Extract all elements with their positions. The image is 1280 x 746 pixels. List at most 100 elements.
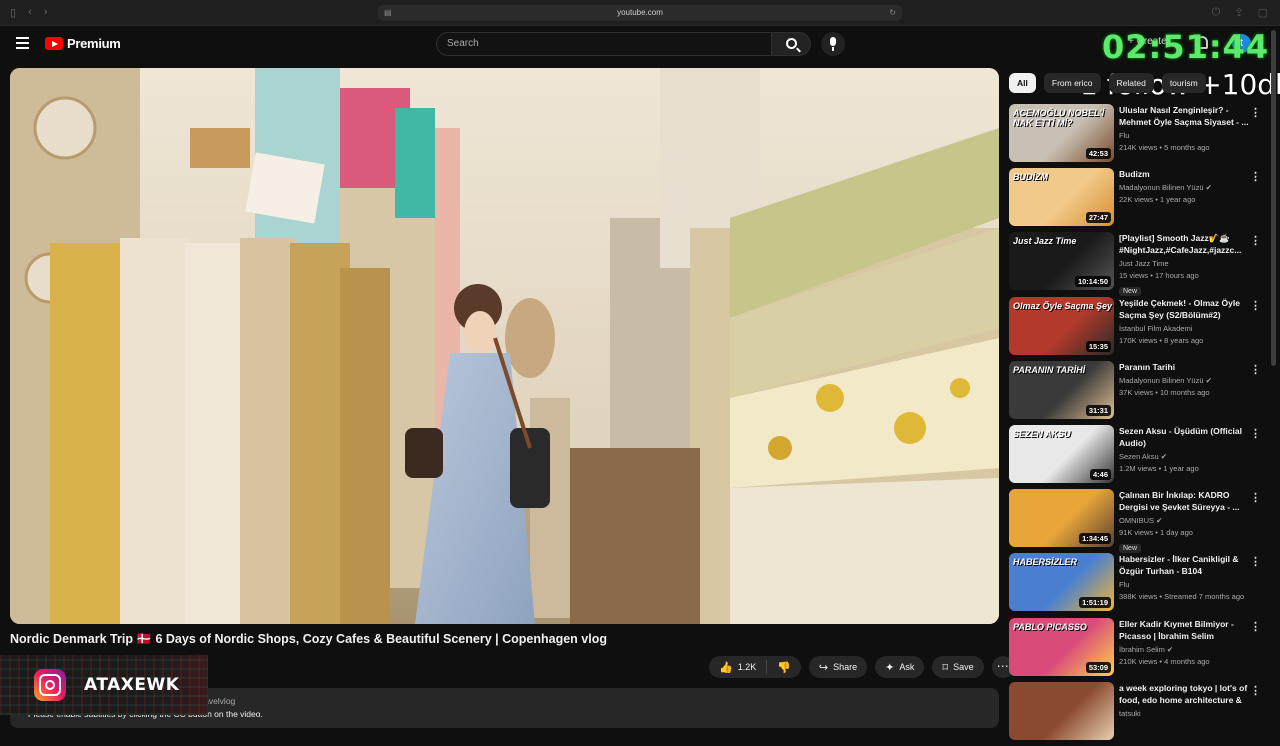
video-frame [10,68,999,624]
video-thumbnail[interactable]: ACEMOĞLU NOBEL'İ NAK ETTİ Mİ? 42:53 [1009,104,1114,162]
new-badge: New [1119,287,1142,297]
filter-chips: All From erico Related tourism [1009,73,1206,93]
video-title: Uluslar Nasıl Zenginleşir? - Mehmet Öyle… [1119,105,1249,127]
video-thumbnail[interactable]: Olmaz Öyle Saçma Şey 15:35 [1009,296,1114,355]
search-button[interactable] [771,32,811,56]
duration-badge: 31:31 [1085,404,1111,416]
more-options-icon[interactable]: ⋮ [1250,427,1261,440]
video-thumbnail[interactable]: Just Jazz Time 10:14:50 [1009,232,1114,291]
page-icon: ▤ [384,8,392,17]
video-thumbnail[interactable]: SEZEN AKSU 4:46 [1009,424,1114,483]
save-button[interactable]: ⌑ Save [932,656,984,678]
youtube-play-icon [45,37,63,50]
video-thumbnail[interactable]: BUDİZM 27:47 [1009,168,1114,227]
power-icon[interactable]: ⏻ [1212,6,1221,19]
url-text: youtube.com [617,8,663,17]
video-thumbnail[interactable]: PARANIN TARİHİ 31:31 [1009,360,1114,419]
video-title: Sezen Aksu - Üşüdüm (Official Audio) [1119,425,1242,448]
more-options-icon[interactable]: ⋮ [1250,684,1261,697]
thumbnail-text: Just Jazz Time [1013,236,1077,247]
video-title: Çalınan Bir İnkılap: KADRO Dergisi ve Şe… [1119,490,1240,513]
video-thumbnail[interactable]: HABERSİZLER 1:51:19 [1009,553,1114,612]
more-options-icon[interactable]: ⋮ [1250,555,1261,568]
duration-badge: 27:47 [1085,212,1111,224]
list-item[interactable]: BUDİZM 27:47 Budizm Madalyonun Bilinen Y… [1009,168,1267,232]
sparkle-icon: ✦ [885,661,895,674]
browser-nav: ▯ ‹ › [10,6,47,19]
search-input[interactable]: Search [436,32,772,56]
video-info: Budizm Madalyonun Bilinen Yüzü ✔ 22K vie… [1119,168,1249,204]
more-options-icon[interactable]: ⋮ [1250,234,1261,247]
tabs-icon[interactable]: ▢ [1258,6,1268,19]
chip-from-channel[interactable]: From erico [1043,73,1101,93]
save-label: Save [953,662,974,672]
more-options-icon[interactable]: ⋮ [1250,170,1261,183]
list-item[interactable]: ACEMOĞLU NOBEL'İ NAK ETTİ Mİ? 42:53 Ulus… [1009,104,1267,168]
duration-badge: 15:35 [1085,340,1111,352]
list-item[interactable]: Just Jazz Time 10:14:50 [Playlist] Smoot… [1009,232,1267,297]
chip-all[interactable]: All [1009,73,1036,93]
more-options-icon[interactable]: ⋮ [1250,299,1261,312]
thumbnail-text: Olmaz Öyle Saçma Şey [1013,300,1113,311]
video-title: [Playlist] Smooth Jazz🎷☕ #NightJazz,#Caf… [1119,233,1242,256]
video-title: Budizm [1119,169,1150,180]
video-thumbnail[interactable]: 1:34:45 [1009,489,1114,548]
address-bar[interactable]: ▤ youtube.com ↻ [378,5,902,21]
video-actions: 👍 1.2K 👎 ↪ Share ✦ Ask ⌑ Save ⋯ [709,656,1014,678]
channel-name: Flu [1119,131,1130,140]
back-icon[interactable]: ‹ [28,6,32,19]
stream-clock-overlay: 02:51:44 [1102,28,1270,66]
video-thumbnail[interactable]: PABLO PICASSO 53:09 [1009,617,1114,676]
list-item[interactable]: SEZEN AKSU 4:46 Sezen Aksu - Üşüdüm (Off… [1009,424,1267,489]
thumbnail-text: BUDİZM [1013,172,1048,183]
instagram-handle: ATAXEWK [84,675,180,695]
list-item[interactable]: PARANIN TARİHİ 31:31 Paranın Tarihi Mada… [1009,360,1267,425]
sidebar-toggle-icon[interactable]: ▯ [10,6,16,19]
forward-icon[interactable]: › [44,6,48,19]
duration-badge: 42:53 [1085,148,1111,159]
video-meta: 170K views • 8 years ago [1119,335,1204,345]
chip-tourism[interactable]: tourism [1161,73,1206,93]
video-title: Eller Kadir Kıymet Bilmiyor - Picasso | … [1119,618,1234,641]
list-item[interactable]: 1:34:45 Çalınan Bir İnkılap: KADRO Dergi… [1009,489,1267,554]
video-meta: 22K views • 1 year ago [1119,195,1196,205]
video-meta: 91K views • 1 day ago [1119,528,1193,538]
video-thumbnail[interactable] [1009,681,1114,740]
video-info: a week exploring tokyo | lot's of food, … [1119,682,1249,718]
like-button[interactable]: 👍 1.2K [709,656,766,678]
video-info: Eller Kadir Kıymet Bilmiyor - Picasso | … [1119,618,1249,666]
recommendations-list: ACEMOĞLU NOBEL'İ NAK ETTİ Mİ? 42:53 Ulus… [1009,104,1267,746]
video-info: Sezen Aksu - Üşüdüm (Official Audio) Sez… [1119,425,1249,473]
duration-badge: 53:09 [1085,661,1111,673]
duration-badge: 4:46 [1089,468,1111,480]
search-icon [786,38,797,49]
video-meta: 214K views • 5 months ago [1119,143,1210,152]
youtube-logo[interactable]: Premium [45,36,121,51]
dislike-button[interactable]: 👎 [767,656,801,678]
scrollbar[interactable] [1271,30,1276,366]
more-options-icon[interactable]: ⋮ [1250,620,1261,633]
video-title: Yeşilde Çekmek! - Olmaz Öyle Saçma Şey (… [1119,297,1240,320]
list-item[interactable]: Olmaz Öyle Saçma Şey 15:35 Yeşilde Çekme… [1009,296,1267,361]
list-item[interactable]: a week exploring tokyo | lot's of food, … [1009,681,1267,746]
channel-name: Just Jazz Time [1119,259,1169,269]
chip-related[interactable]: Related [1108,73,1154,93]
share-button[interactable]: ↪ Share [808,656,868,678]
ask-button[interactable]: ✦ Ask [875,656,925,678]
list-item[interactable]: PABLO PICASSO 53:09 Eller Kadir Kıymet B… [1009,617,1267,682]
more-options-icon[interactable]: ⋮ [1250,491,1261,504]
more-options-icon[interactable]: ⋮ [1250,106,1261,119]
menu-icon[interactable] [16,37,29,49]
reload-icon[interactable]: ↻ [889,5,896,21]
more-options-icon[interactable]: ⋮ [1250,363,1261,376]
video-info: Habersizler - İlker Canikligil & Özgür T… [1119,553,1249,601]
video-player[interactable] [10,68,999,624]
video-meta: 1.2M views • 1 year ago [1119,463,1199,473]
channel-name: OMNIBUS ✔ [1119,516,1163,526]
list-item[interactable]: HABERSİZLER 1:51:19 Habersizler - İlker … [1009,553,1267,617]
duration-badge: 1:34:45 [1079,533,1111,545]
voice-search-icon[interactable] [821,32,845,56]
share-icon[interactable]: ⇪ [1234,6,1243,19]
new-badge: New [1119,544,1142,554]
channel-name: İstanbul Film Akademi [1119,323,1193,333]
